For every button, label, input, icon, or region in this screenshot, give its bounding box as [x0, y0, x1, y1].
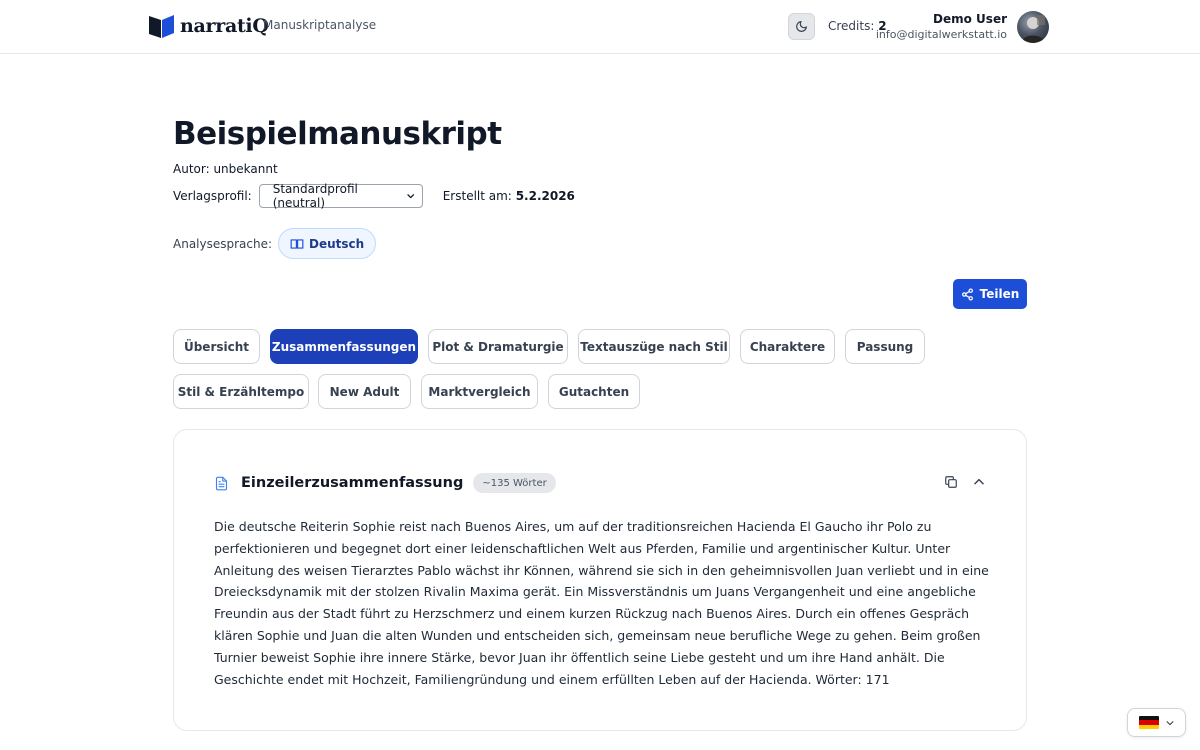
created-value: 5.2.2026: [515, 189, 575, 203]
theme-toggle-button[interactable]: [788, 13, 815, 40]
chevron-down-icon: [1166, 720, 1173, 725]
book-logo-icon: [149, 15, 174, 38]
language-label: Analysesprache:: [173, 236, 273, 251]
tab-marktvergleich[interactable]: Marktvergleich: [421, 374, 538, 409]
summary-card-header[interactable]: Einzeilerzusammenfassung ~135 Wörter: [214, 473, 556, 493]
document-icon: [215, 476, 228, 490]
word-count-badge: ~135 Wörter: [473, 473, 556, 493]
summary-card: Einzeilerzusammenfassung ~135 Wörter Die…: [173, 429, 1027, 731]
copy-icon[interactable]: [944, 475, 958, 489]
share-button[interactable]: Teilen: [953, 279, 1027, 309]
credits-label: Credits:: [828, 19, 875, 33]
author-line: Autor: unbekannt: [173, 162, 278, 176]
app-subtitle: Manuskriptanalyse: [263, 18, 377, 32]
chevron-up-icon[interactable]: [972, 475, 986, 489]
ui-language-switcher[interactable]: [1127, 708, 1186, 737]
language-value: Deutsch: [309, 236, 365, 251]
tab-zusammenfassungen[interactable]: Zusammenfassungen: [270, 329, 418, 364]
tab-passung[interactable]: Passung: [845, 329, 925, 364]
tab-new-adult[interactable]: New Adult: [318, 374, 411, 409]
tab-gutachten[interactable]: Gutachten: [548, 374, 640, 409]
logo-text: narratiQ: [180, 15, 269, 37]
user-info[interactable]: Demo User info@digitalwerkstatt.io: [876, 12, 1007, 41]
avatar[interactable]: [1017, 11, 1049, 43]
logo[interactable]: narratiQ: [148, 13, 269, 39]
language-pill[interactable]: Deutsch: [278, 228, 377, 259]
user-name: Demo User: [933, 12, 1007, 26]
summary-text: Die deutsche Reiterin Sophie reist nach …: [214, 519, 989, 687]
tab-uebersicht[interactable]: Übersicht: [173, 329, 260, 364]
language-row: Analysesprache: Deutsch: [173, 228, 377, 259]
top-header: narratiQ Manuskriptanalyse Credits: 2 De…: [0, 0, 1200, 54]
open-book-icon: [290, 238, 304, 249]
created-date: Erstellt am: 5.2.2026: [443, 189, 575, 203]
profile-label: Verlagsprofil:: [173, 189, 252, 203]
page-title: Beispielmanuskript: [173, 116, 502, 152]
created-label: Erstellt am:: [442, 189, 512, 203]
tab-textauszuege[interactable]: Textauszüge nach Stil: [578, 329, 730, 364]
summary-card-actions: [944, 475, 986, 489]
share-icon: [961, 287, 973, 301]
tab-stil-erzaehltempo[interactable]: Stil & Erzähltempo: [173, 374, 309, 409]
summary-card-title: Einzeilerzusammenfassung: [241, 475, 464, 491]
user-email: info@digitalwerkstatt.io: [875, 28, 1007, 41]
moon-icon: [796, 21, 807, 32]
tab-charaktere[interactable]: Charaktere: [740, 329, 835, 364]
profile-select-value: Standardprofil (neutral): [272, 182, 358, 210]
tab-plot-dramaturgie[interactable]: Plot & Dramaturgie: [428, 329, 568, 364]
share-label: Teilen: [979, 287, 1020, 301]
profile-select[interactable]: Standardprofil (neutral): [258, 182, 423, 210]
chevron-down-icon: [407, 194, 415, 199]
german-flag-icon: [1138, 716, 1159, 729]
profile-row: Verlagsprofil: Standardprofil (neutral) …: [173, 182, 575, 210]
avatar-image: [1021, 15, 1045, 43]
